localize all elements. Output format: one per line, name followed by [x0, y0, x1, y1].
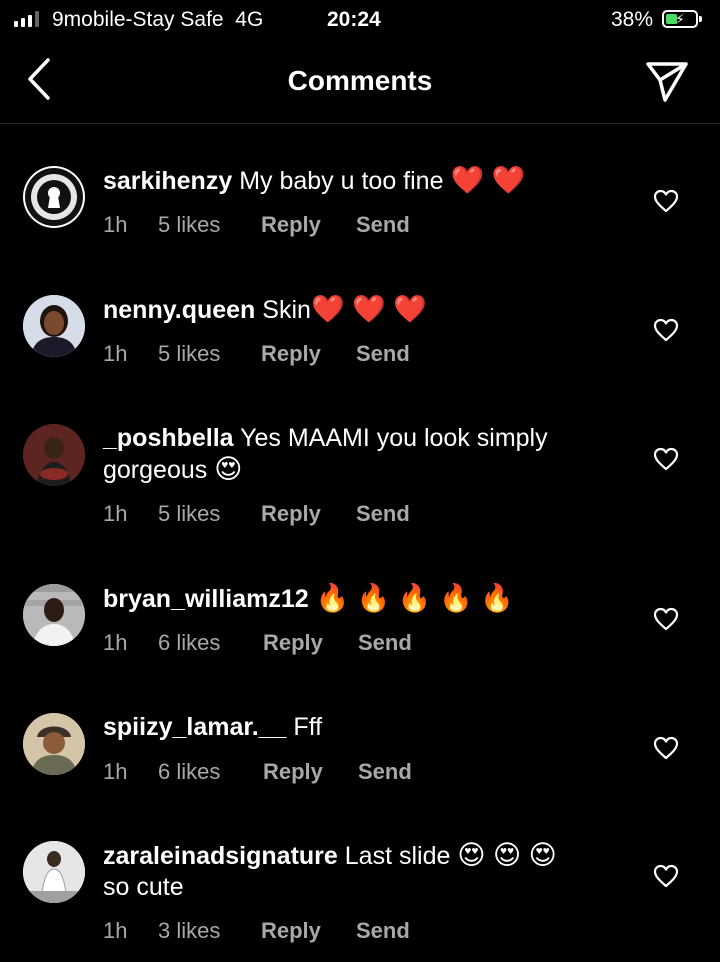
comment-time: 1h: [103, 212, 128, 237]
comment-time: 1h: [103, 341, 128, 366]
avatar[interactable]: [23, 424, 85, 486]
avatar[interactable]: [23, 166, 85, 228]
username[interactable]: bryan_williamz12: [103, 585, 309, 613]
reply-button[interactable]: Reply: [261, 501, 321, 527]
signal-strength-icon: [14, 11, 39, 27]
fire-emoji: 🔥 🔥 🔥 🔥 🔥: [315, 583, 514, 613]
comment-body: Last slide: [344, 842, 451, 870]
avatar[interactable]: [23, 295, 85, 357]
username[interactable]: _poshbella: [103, 424, 234, 452]
reply-button[interactable]: Reply: [263, 630, 323, 656]
header: Comments: [0, 40, 720, 124]
likes-count[interactable]: 6 likes: [158, 759, 220, 785]
comment-body: Skin: [262, 296, 311, 324]
avatar[interactable]: [23, 584, 85, 646]
comment-time: 1h: [103, 501, 128, 526]
avatar[interactable]: [23, 841, 85, 903]
like-heart-icon[interactable]: [653, 607, 679, 631]
heart-emoji: ❤️ ❤️ ❤️: [310, 294, 427, 324]
like-heart-icon[interactable]: [653, 189, 679, 213]
comment-text: bryan_williamz12 🔥 🔥 🔥 🔥 🔥: [103, 583, 613, 615]
username[interactable]: sarkihenzy: [103, 167, 232, 195]
send-button[interactable]: Send: [358, 630, 412, 656]
likes-count[interactable]: 5 likes: [158, 341, 220, 367]
send-button[interactable]: Send: [356, 918, 410, 944]
avatar[interactable]: [23, 713, 85, 775]
send-button[interactable]: Send: [356, 341, 410, 367]
comment-text: spiizy_lamar.__ Fff: [103, 712, 613, 743]
likes-count[interactable]: 5 likes: [158, 501, 220, 527]
like-heart-icon[interactable]: [653, 864, 679, 888]
network-type: 4G: [235, 8, 264, 31]
likes-count[interactable]: 6 likes: [158, 630, 220, 656]
comment-body: My baby u too fine: [239, 167, 444, 195]
send-button[interactable]: Send: [356, 501, 410, 527]
username[interactable]: nenny.queen: [103, 296, 255, 324]
likes-count[interactable]: 3 likes: [158, 918, 220, 944]
like-heart-icon[interactable]: [653, 318, 679, 342]
paper-plane-icon[interactable]: [640, 56, 692, 106]
heart-eyes-emoji: 😍 😍 😍: [457, 840, 557, 870]
comment-text: sarkihenzy My baby u too fine ❤️ ❤️: [103, 165, 613, 197]
keyhole-avatar-icon: [25, 168, 83, 226]
battery-percent: 38%: [611, 8, 654, 31]
likes-count[interactable]: 5 likes: [158, 212, 220, 238]
comment-time: 1h: [103, 759, 128, 784]
carrier-name: 9mobile-Stay Safe: [52, 8, 224, 31]
comment-text: zaraleinadsignature Last slide 😍 😍 😍 so …: [103, 840, 613, 903]
carrier-label: 9mobile-Stay Safe 4G: [52, 8, 263, 32]
reply-button[interactable]: Reply: [263, 759, 323, 785]
send-button[interactable]: Send: [356, 212, 410, 238]
username[interactable]: spiizy_lamar.__: [103, 713, 286, 741]
like-heart-icon[interactable]: [653, 736, 679, 760]
battery-icon: ⚡: [662, 10, 702, 28]
comment-text: nenny.queen Skin❤️ ❤️ ❤️: [103, 294, 613, 326]
heart-emoji: ❤️ ❤️: [450, 165, 526, 195]
comment-time: 1h: [103, 918, 128, 943]
send-button[interactable]: Send: [358, 759, 412, 785]
reply-button[interactable]: Reply: [261, 918, 321, 944]
comment-body-continued: so cute: [103, 873, 184, 901]
comment-body: Fff: [293, 713, 323, 741]
comment-time: 1h: [103, 630, 128, 655]
status-bar: 9mobile-Stay Safe 4G 20:24 38% ⚡: [0, 0, 720, 40]
username[interactable]: zaraleinadsignature: [103, 842, 338, 870]
reply-button[interactable]: Reply: [261, 341, 321, 367]
like-heart-icon[interactable]: [653, 447, 679, 471]
comment-text: _poshbella Yes MAAMI you look simply gor…: [103, 423, 613, 486]
reply-button[interactable]: Reply: [261, 212, 321, 238]
clock: 20:24: [327, 8, 381, 31]
page-title: Comments: [287, 65, 433, 96]
heart-eyes-emoji: 😍: [214, 454, 243, 484]
